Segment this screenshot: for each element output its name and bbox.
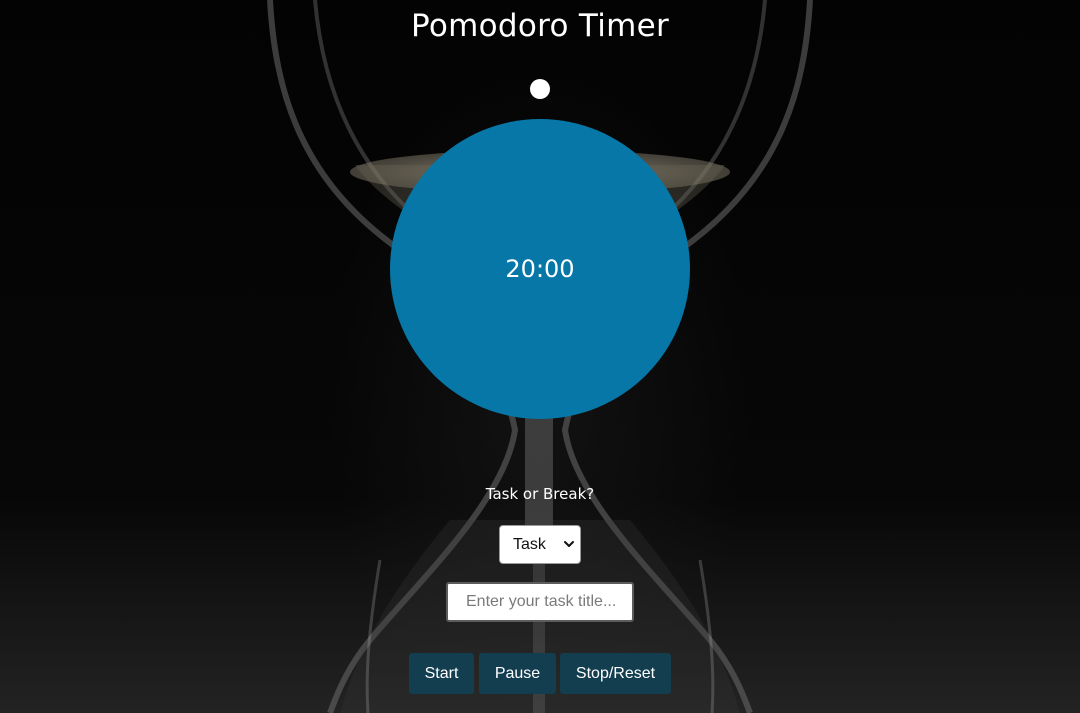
indicator-dot	[530, 79, 550, 99]
timer-display: 20:00	[505, 255, 575, 283]
timer-circle: 20:00	[390, 119, 690, 419]
page-title: Pomodoro Timer	[410, 8, 670, 44]
pomodoro-page: Pomodoro Timer 20:00 Task or Break? Task…	[0, 0, 1080, 713]
chevron-down-icon	[564, 541, 574, 547]
pause-button[interactable]: Pause	[479, 653, 556, 694]
mode-select-value: Task	[513, 535, 546, 553]
start-button[interactable]: Start	[409, 653, 474, 694]
task-title-input[interactable]	[446, 582, 634, 622]
stop-reset-button[interactable]: Stop/Reset	[560, 653, 671, 694]
mode-label: Task or Break?	[485, 485, 595, 503]
mode-select[interactable]: Task	[499, 525, 581, 564]
